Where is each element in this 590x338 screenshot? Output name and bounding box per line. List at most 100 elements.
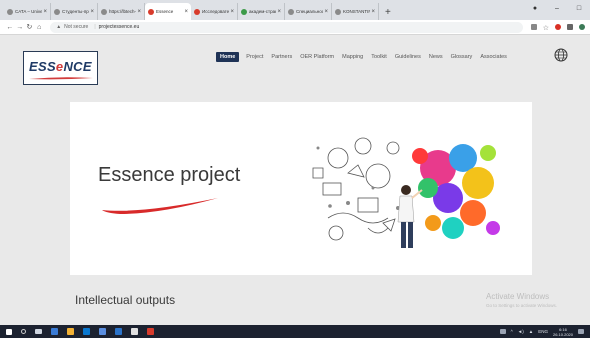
url-input[interactable]: ▲ Not secure | projectessence.eu [50, 21, 523, 33]
browser-tab[interactable]: https://lbtech-n × [98, 3, 145, 20]
close-icon[interactable]: × [43, 9, 47, 15]
browser-tab[interactable]: Исследовательс× [191, 3, 238, 20]
store-icon[interactable] [115, 328, 122, 335]
tab-favicon-icon [148, 8, 154, 15]
translate-icon[interactable] [530, 24, 537, 30]
nav-item-project[interactable]: Project [242, 52, 267, 62]
browser-tab[interactable]: CATA – Universi× [4, 3, 51, 20]
nav-item-associates[interactable]: Associates [476, 52, 511, 62]
creative-brain-illustration [312, 137, 500, 248]
back-icon[interactable]: ← [5, 24, 15, 31]
nav-item-toolkit[interactable]: Toolkit [367, 52, 391, 62]
divider: | [94, 24, 96, 30]
browser-tab[interactable]: Студенты-прог× [51, 3, 98, 20]
close-icon[interactable]: × [184, 9, 188, 15]
site-logo[interactable]: ESSeNCE [23, 51, 98, 85]
tab-title: Essence [156, 9, 174, 14]
tab-title: Исследовательс [202, 9, 229, 14]
network-icon[interactable]: ▲ [529, 329, 533, 334]
logo-part: NCE [63, 59, 92, 74]
profile-icon[interactable]: ● [524, 3, 546, 15]
logo-swoosh-icon [29, 77, 93, 80]
nav-item-partners[interactable]: Partners [267, 52, 296, 62]
browser-tab[interactable]: Специальность× [285, 3, 332, 20]
search-icon[interactable] [21, 329, 26, 334]
forward-icon[interactable]: → [15, 24, 25, 31]
notifications-icon[interactable] [578, 329, 584, 334]
mail-icon[interactable] [83, 328, 90, 335]
system-tray: ^ ◄) ▲ ENG 6:16 26.10.2020 [499, 325, 584, 338]
tab-title: Студенты-прог [62, 9, 89, 14]
browser-tab-active[interactable]: Essence × [145, 3, 191, 20]
taskbar-app-icon[interactable] [51, 328, 58, 335]
tab-title: https://lbtech-n [109, 9, 137, 14]
nav-item-glossary[interactable]: Glossary [447, 52, 477, 62]
hero-banner: Essence project [70, 102, 532, 275]
star-icon[interactable]: ☆ [543, 24, 549, 32]
extension-icon[interactable] [555, 24, 561, 30]
language-indicator[interactable]: ENG [538, 329, 548, 334]
tab-favicon-icon [241, 8, 247, 15]
close-icon[interactable]: × [324, 9, 328, 15]
close-icon[interactable]: × [371, 9, 375, 15]
tab-favicon-icon [335, 8, 341, 15]
new-tab-button[interactable]: + [379, 7, 397, 20]
window-controls: ● – □ [524, 3, 590, 15]
url-text: projectessence.eu [98, 24, 140, 30]
clock[interactable]: 6:16 26.10.2020 [553, 327, 573, 337]
tab-title: академ-страни [249, 9, 276, 14]
activation-watermark: Activate Windows Go to Settings to activ… [486, 292, 557, 308]
web-page: ESSeNCE Home Project Partners OER Platfo… [0, 35, 590, 325]
clock-date: 26.10.2020 [552, 331, 573, 337]
chrome-icon[interactable] [131, 328, 138, 335]
windows-taskbar: ^ ◄) ▲ ENG 6:16 26.10.2020 [0, 325, 590, 338]
chevron-up-icon[interactable]: ^ [511, 329, 513, 334]
folder-icon[interactable] [67, 328, 74, 335]
close-icon[interactable]: × [230, 9, 234, 15]
volume-icon[interactable]: ◄) [518, 329, 524, 334]
puzzle-icon[interactable] [567, 24, 573, 30]
nav-item-oer-platform[interactable]: OER Platform [296, 52, 338, 62]
logo-text: ESSeNCE [29, 59, 92, 74]
tab-favicon-icon [194, 8, 200, 15]
hero-title: Essence project [98, 164, 241, 186]
minimize-icon[interactable]: – [546, 3, 568, 15]
nav-item-news[interactable]: News [425, 52, 447, 62]
browser-tab[interactable]: KONSTANTIN × [332, 3, 379, 20]
reload-icon[interactable]: ↻ [25, 23, 35, 31]
nav-item-mapping[interactable]: Mapping [338, 52, 367, 62]
browser-tab[interactable]: академ-страни× [238, 3, 285, 20]
watermark-line: Activate Windows [486, 292, 550, 301]
logo-part: ESS [29, 59, 56, 74]
close-icon[interactable]: × [137, 9, 141, 15]
warning-icon: ▲ [56, 24, 62, 30]
tab-title: CATA – Universi [15, 9, 43, 14]
nav-item-guidelines[interactable]: Guidelines [391, 52, 425, 62]
tab-title: KONSTANTIN [343, 9, 371, 14]
browser-tab-strip: CATA – Universi× Студенты-прог× https://… [0, 0, 590, 20]
tab-favicon-icon [7, 8, 13, 15]
nav-item-home[interactable]: Home [216, 52, 240, 62]
section-title: Intellectual outputs [75, 293, 176, 307]
main-nav: Home Project Partners OER Platform Mappi… [216, 51, 511, 63]
home-icon[interactable]: ⌂ [34, 24, 44, 31]
close-icon[interactable]: × [90, 9, 94, 15]
word-icon[interactable] [99, 328, 106, 335]
start-icon[interactable] [6, 328, 12, 335]
tab-favicon-icon [101, 8, 107, 15]
task-view-icon[interactable] [35, 329, 42, 334]
tab-favicon-icon [54, 8, 60, 15]
keyboard-icon[interactable] [499, 329, 506, 334]
security-label: Not secure [64, 24, 89, 30]
maximize-icon[interactable]: □ [568, 3, 590, 15]
extensions: ☆ [530, 24, 585, 32]
avatar-icon[interactable] [579, 24, 585, 30]
tab-title: Специальность [296, 9, 323, 14]
brush-stroke-icon [102, 198, 218, 214]
watermark-line: Go to Settings to activate Windows. [486, 303, 558, 308]
tab-favicon-icon [288, 8, 294, 15]
pdf-icon[interactable] [147, 328, 154, 335]
address-bar: ← → ↻ ⌂ ▲ Not secure | projectessence.eu… [0, 20, 590, 35]
globe-icon[interactable] [554, 48, 568, 62]
close-icon[interactable]: × [277, 9, 281, 15]
